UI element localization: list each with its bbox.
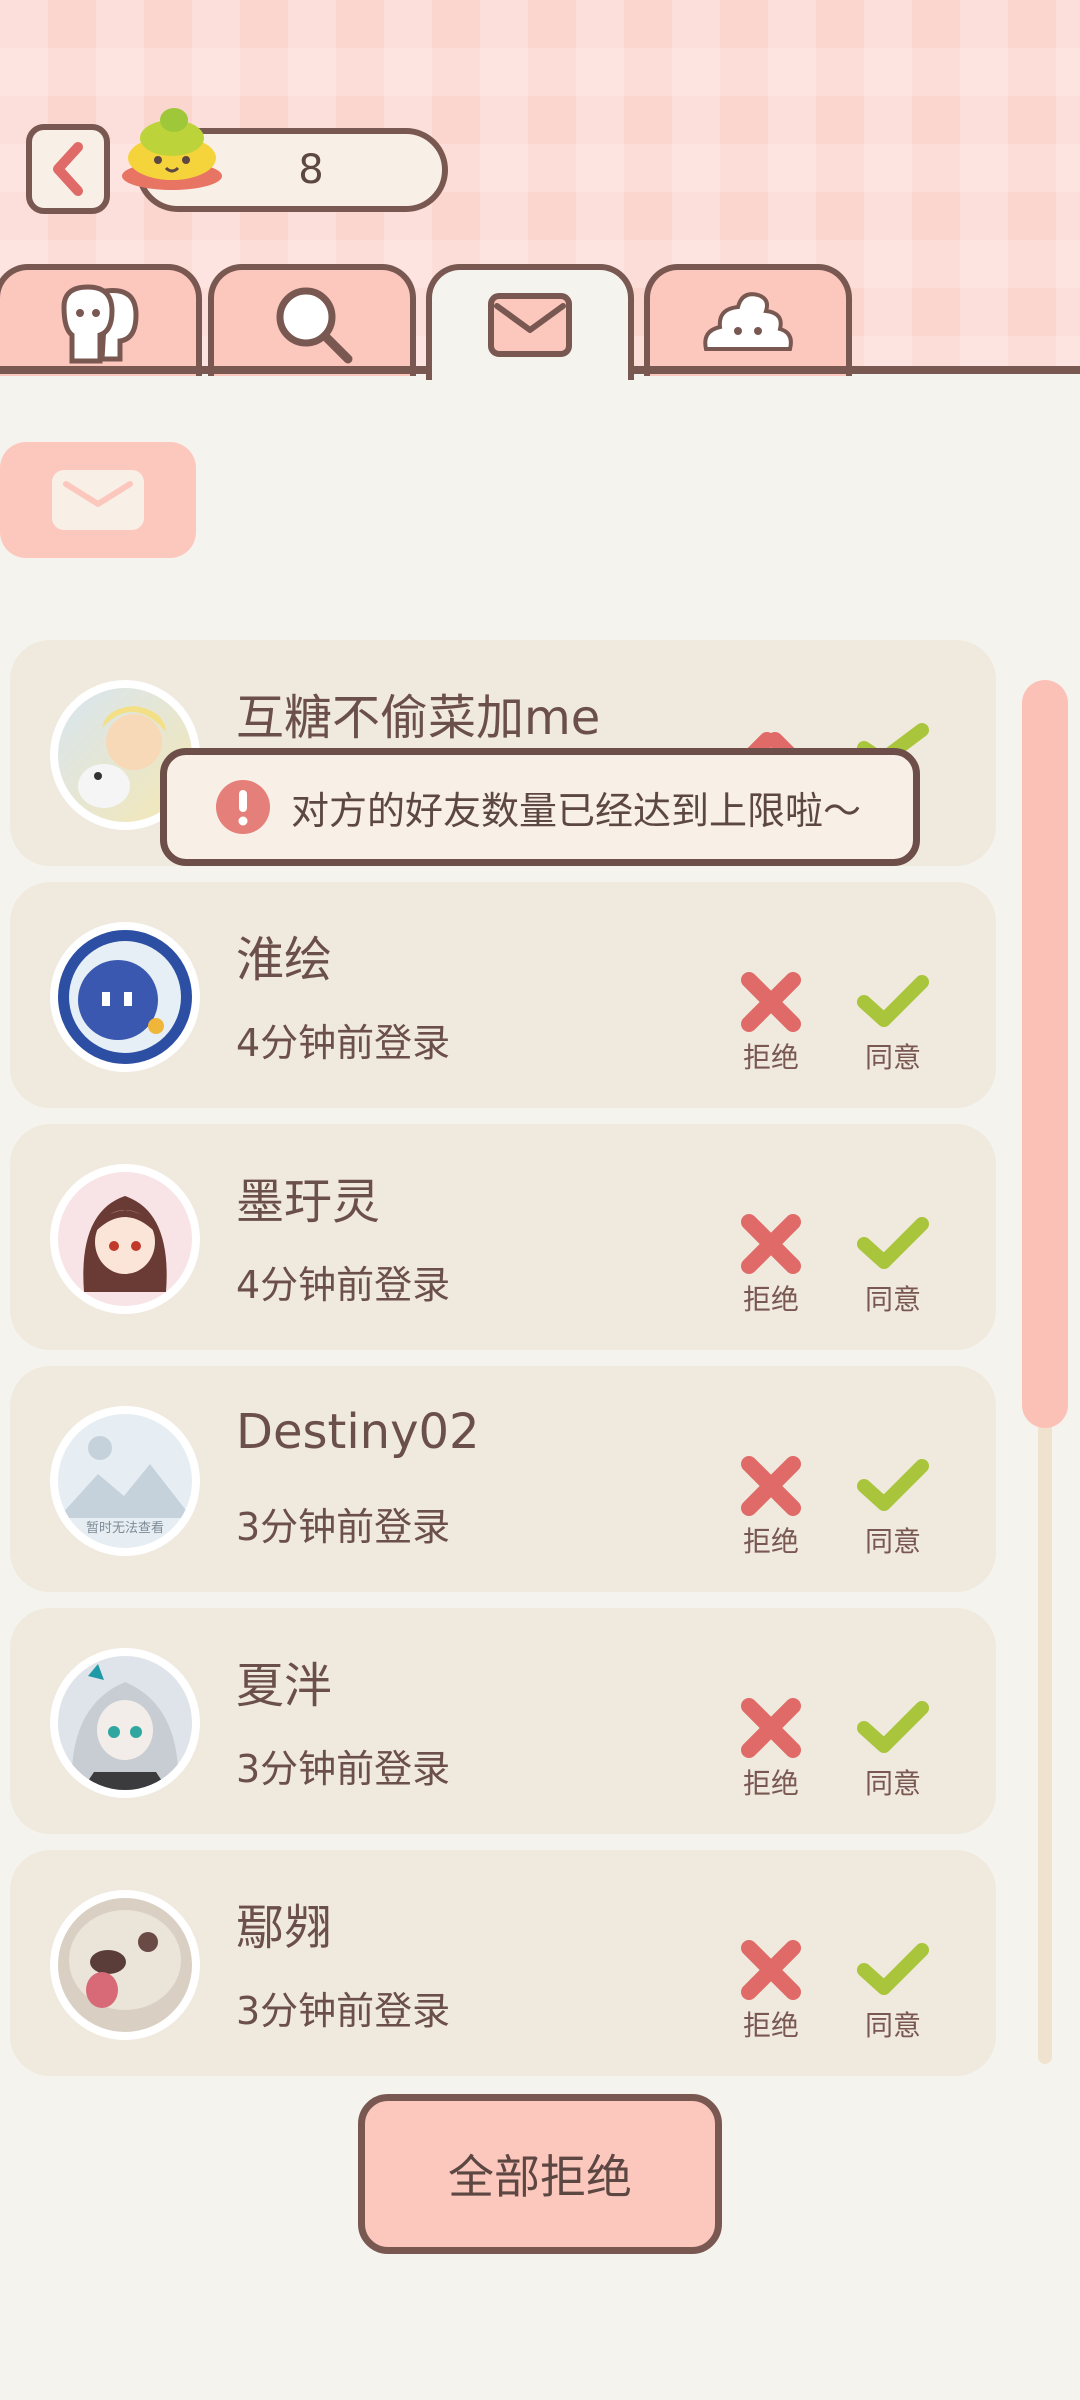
last-login: 3分钟前登录 [236,1989,451,2033]
reject-label: 拒绝 [742,1767,799,1800]
username: 淮绘 [236,932,333,988]
scrollbar-thumb[interactable] [1022,680,1068,1428]
agree-label: 同意 [864,1041,921,1074]
agree-button[interactable]: 同意 [848,968,938,1076]
avatar[interactable]: 暂时无法查看 [50,1406,200,1556]
avatar[interactable] [50,1648,200,1798]
agree-button[interactable]: 同意 [848,1936,938,2044]
avatar[interactable] [50,1164,200,1314]
friend-request-row: 淮绘 4分钟前登录 拒绝 同意 [10,882,996,1108]
close-icon [741,1214,801,1274]
poop-currency-icon [122,108,222,190]
reject-button[interactable]: 拒绝 [726,1936,816,2044]
friend-request-row: 鄢翙 3分钟前登录 拒绝 同意 [10,1850,996,2076]
reject-label: 拒绝 [742,1525,799,1558]
username: 夏泮 [236,1658,333,1714]
close-icon [741,1940,801,2000]
last-login: 4分钟前登录 [236,1263,451,1307]
close-icon [741,972,801,1032]
envelope-icon [52,470,144,530]
close-icon [741,1698,801,1758]
toast-text: 对方的好友数量已经达到上限啦～ [291,788,862,833]
reject-button[interactable]: 拒绝 [726,1210,816,1318]
check-icon [857,1459,929,1511]
check-icon [857,975,929,1027]
tab-search[interactable] [208,264,416,376]
username: 鄢翙 [236,1900,333,1956]
avatar-image [69,1910,181,2010]
check-icon [857,1943,929,1995]
toast-notification: 对方的好友数量已经达到上限啦～ [160,748,920,866]
reject-button[interactable]: 拒绝 [726,1452,816,1560]
tab-friends[interactable] [0,264,202,376]
agree-label: 同意 [864,1525,921,1558]
avatar-placeholder-text: 暂时无法查看 [86,1520,164,1536]
avatar-image [71,1664,179,1790]
reject-label: 拒绝 [742,1283,799,1316]
search-icon [276,287,353,364]
friend-request-row: 墨玗灵 4分钟前登录 拒绝 同意 [10,1124,996,1350]
mail-icon [488,293,572,357]
avatar-image: 暂时无法查看 [58,1436,192,1536]
alert-icon [216,780,270,834]
agree-label: 同意 [864,1767,921,1800]
last-login: 3分钟前登录 [236,1747,451,1791]
reject-all-button[interactable]: 全部拒绝 [358,2094,722,2254]
reject-label: 拒绝 [742,1041,799,1074]
check-icon [857,1217,929,1269]
last-login: 4分钟前登录 [236,1021,451,1065]
reject-button[interactable]: 拒绝 [726,1694,816,1802]
reject-label: 拒绝 [742,2009,799,2042]
avatar[interactable] [50,922,200,1072]
avatar[interactable] [50,1890,200,2040]
agree-button[interactable]: 同意 [848,1694,938,1802]
chevron-left-icon [53,142,83,196]
back-button[interactable] [26,124,110,214]
username: 墨玗灵 [236,1174,381,1230]
agree-button[interactable]: 同意 [848,1210,938,1318]
username: 互糖不偷菜加me [236,690,601,746]
reject-button[interactable]: 拒绝 [726,968,816,1076]
avatar-image [83,1196,167,1292]
friend-request-row: 暂时无法查看 Destiny02 3分钟前登录 拒绝 同意 [10,1366,996,1592]
close-icon [741,1456,801,1516]
tab-mail[interactable] [426,264,634,380]
username: Destiny02 [236,1404,480,1460]
last-login: 3分钟前登录 [236,1505,451,1549]
agree-label: 同意 [864,2009,921,2042]
friends-icon [61,284,139,364]
tab-poop[interactable] [644,264,852,376]
agree-label: 同意 [864,1283,921,1316]
mail-filter-button[interactable] [0,442,196,558]
agree-button[interactable]: 同意 [848,1452,938,1560]
check-icon [857,1701,929,1753]
avatar-image [69,941,181,1053]
friend-request-row: 夏泮 3分钟前登录 拒绝 同意 [10,1608,996,1834]
poop-icon [703,292,793,351]
